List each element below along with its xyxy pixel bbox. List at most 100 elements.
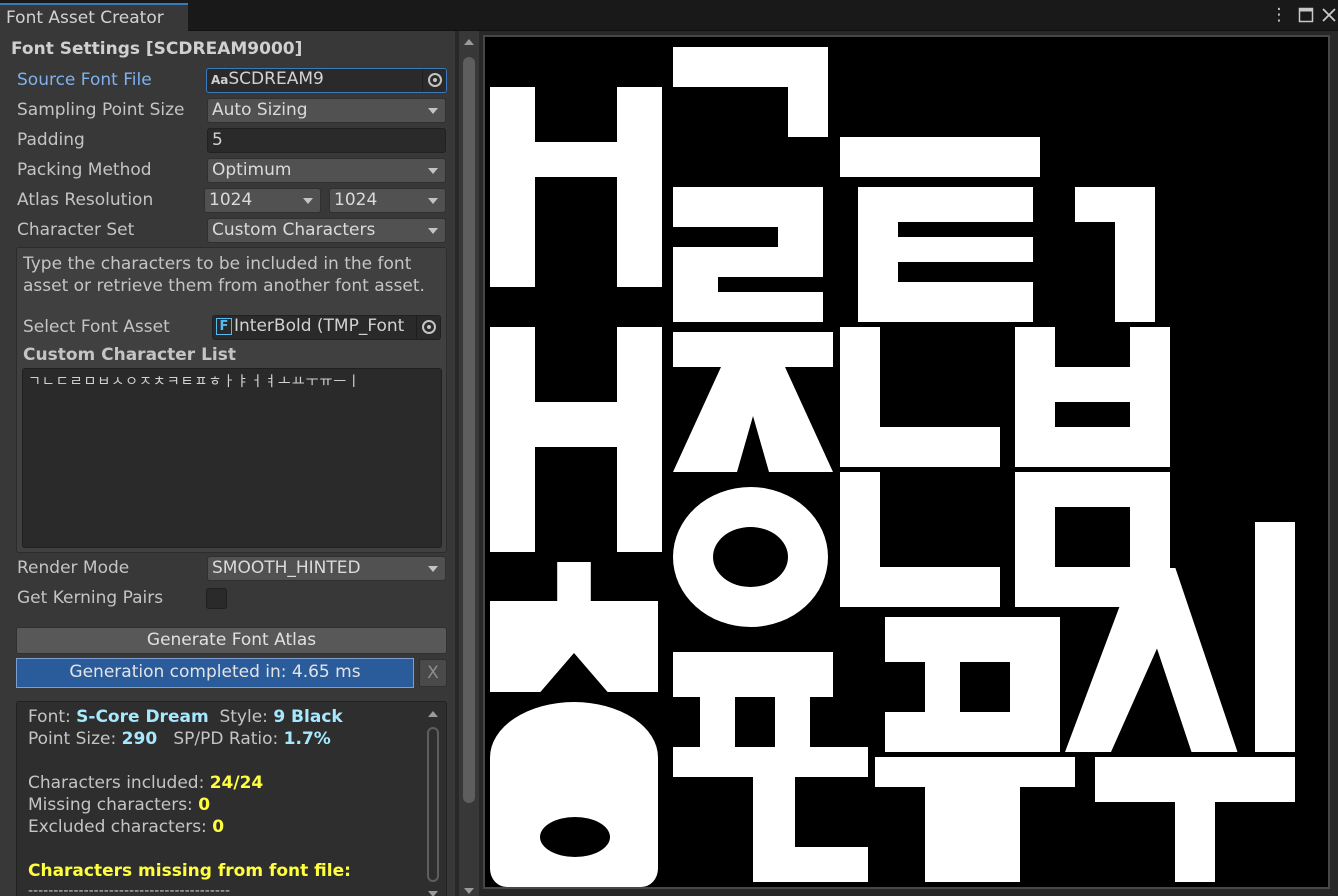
- render-mode-label: Render Mode: [17, 558, 130, 578]
- info-scrollbar[interactable]: [425, 707, 441, 896]
- glyph-counter: [535, 87, 617, 142]
- chevron-down-icon: [428, 198, 438, 204]
- padding-input[interactable]: 5: [207, 128, 446, 153]
- style-label: Style:: [219, 707, 268, 727]
- glyph-counter: [1020, 787, 1075, 882]
- chevron-down-icon: [303, 198, 313, 204]
- glyph-counter: [795, 777, 868, 847]
- sampling-value: Auto Sizing: [212, 100, 308, 120]
- tab-font-asset-creator[interactable]: Font Asset Creator: [0, 3, 188, 32]
- select-font-value: InterBold (TMP_Font: [234, 316, 405, 336]
- glyph-eu: [840, 137, 1040, 177]
- custom-character-list-input[interactable]: ㄱㄴㄷㄹㅁㅂㅅㅇㅈㅊㅋㅌㅍㅎㅏㅑㅓㅕㅗㅛㅜㅠㅡㅣ: [22, 368, 442, 548]
- custom-characters-box: Type the characters to be included in th…: [16, 247, 447, 553]
- packing-label: Packing Method: [17, 160, 152, 180]
- scrollbar-thumb[interactable]: [463, 57, 475, 803]
- separator: ----------------------------------------: [28, 883, 231, 896]
- section-title: Font Settings [SCDREAM9000]: [11, 39, 303, 59]
- charset-dropdown[interactable]: Custom Characters: [207, 218, 446, 243]
- font-file-icon: Aa: [211, 73, 229, 87]
- glyph-counter: [1075, 222, 1115, 322]
- scrollbar-thumb[interactable]: [427, 727, 439, 882]
- font-value: S-Core Dream: [76, 707, 209, 727]
- missing-value: 0: [198, 795, 211, 815]
- included-label: Characters included:: [28, 773, 205, 793]
- glyph-u: [1095, 757, 1295, 802]
- glyph-counter: [718, 277, 823, 292]
- point-size-value: 290: [121, 729, 158, 749]
- glyph-counter: [898, 222, 1033, 237]
- glyph-teo: [858, 187, 1033, 322]
- font-info-line: Font: S-Core Dream Style: 9 Black: [28, 707, 343, 727]
- glyph-counter: [673, 227, 778, 247]
- glyph-counter: [880, 472, 1000, 567]
- main-scrollbar[interactable]: [459, 31, 479, 896]
- atlas-preview: [483, 35, 1330, 889]
- glyph-jeu: [673, 332, 833, 472]
- sampling-dropdown[interactable]: Auto Sizing: [207, 98, 446, 123]
- glyph-counter: [1055, 327, 1130, 367]
- progress-text: Generation completed in: 4.65 ms: [69, 662, 361, 682]
- help-text: Type the characters to be included in th…: [23, 254, 425, 296]
- scroll-down-icon[interactable]: [464, 888, 474, 894]
- kebab-menu-icon[interactable]: ⋮: [1268, 4, 1290, 26]
- settings-panel: Font Settings [SCDREAM9000] Source Font …: [0, 31, 455, 896]
- excluded-value: 0: [212, 817, 225, 837]
- charset-value: Custom Characters: [212, 220, 376, 240]
- generate-font-atlas-button[interactable]: Generate Font Atlas: [16, 627, 447, 654]
- info-panel: Font: S-Core Dream Style: 9 Black Point …: [16, 701, 447, 896]
- missing-heading: Characters missing from font file:: [28, 861, 351, 881]
- scroll-up-icon[interactable]: [464, 39, 474, 45]
- chevron-down-icon: [428, 566, 438, 572]
- kerning-label: Get Kerning Pairs: [17, 588, 164, 608]
- cancel-button[interactable]: X: [419, 659, 447, 687]
- included-line: Characters included: 24/24: [28, 773, 263, 793]
- glyph-counter: [535, 447, 617, 552]
- chevron-down-icon: [428, 108, 438, 114]
- sampling-label: Sampling Point Size: [17, 100, 185, 120]
- source-font-label: Source Font File: [17, 70, 152, 90]
- maximize-icon[interactable]: [1295, 4, 1317, 26]
- tab-bar: Font Asset Creator ⋮: [0, 0, 1338, 32]
- glyph-counter: [673, 777, 753, 882]
- select-font-field[interactable]: F InterBold (TMP_Font: [212, 315, 441, 340]
- object-picker-icon[interactable]: [416, 316, 440, 339]
- object-picker-icon[interactable]: [422, 69, 446, 92]
- padding-label: Padding: [17, 130, 85, 150]
- charset-label: Character Set: [17, 220, 135, 240]
- chevron-down-icon: [428, 168, 438, 174]
- atlas-height-dropdown[interactable]: 1024: [329, 188, 446, 213]
- glyph-counter: [898, 262, 1033, 282]
- font-asset-icon: F: [216, 318, 232, 335]
- kerning-checkbox[interactable]: [206, 588, 227, 609]
- excluded-line: Excluded characters: 0: [28, 817, 224, 837]
- scroll-up-icon[interactable]: [428, 711, 438, 717]
- atlas-height-value: 1024: [334, 190, 378, 210]
- glyph-counter: [875, 787, 925, 882]
- excluded-label: Excluded characters:: [28, 817, 207, 837]
- atlas-width-value: 1024: [209, 190, 253, 210]
- missing-line: Missing characters: 0: [28, 795, 210, 815]
- render-mode-dropdown[interactable]: SMOOTH_HINTED: [207, 556, 446, 581]
- source-font-field[interactable]: AaSCDREAM9: [206, 68, 447, 93]
- packing-value: Optimum: [212, 160, 292, 180]
- glyph-counter: [1055, 402, 1130, 427]
- progress-bar: Generation completed in: 4.65 ms: [16, 658, 414, 688]
- glyph-ri: [673, 187, 823, 322]
- glyph-counter: [1055, 507, 1130, 567]
- atlas-label: Atlas Resolution: [17, 190, 154, 210]
- scroll-down-icon[interactable]: [428, 891, 438, 896]
- source-font-value: SCDREAM9: [228, 69, 324, 89]
- glyph-counter: [713, 527, 788, 587]
- packing-dropdown[interactable]: Optimum: [207, 158, 446, 183]
- glyph-giyeok-stem: [788, 47, 828, 137]
- glyph-counter: [540, 817, 610, 857]
- font-label: Font:: [28, 707, 71, 727]
- render-mode-value: SMOOTH_HINTED: [212, 558, 361, 578]
- chevron-down-icon: [428, 228, 438, 234]
- close-icon[interactable]: [1318, 4, 1338, 26]
- glyph-si-stem: [1255, 522, 1295, 752]
- glyph-heung: [490, 702, 658, 887]
- atlas-width-dropdown[interactable]: 1024: [204, 188, 321, 213]
- glyph-counter: [880, 327, 1000, 427]
